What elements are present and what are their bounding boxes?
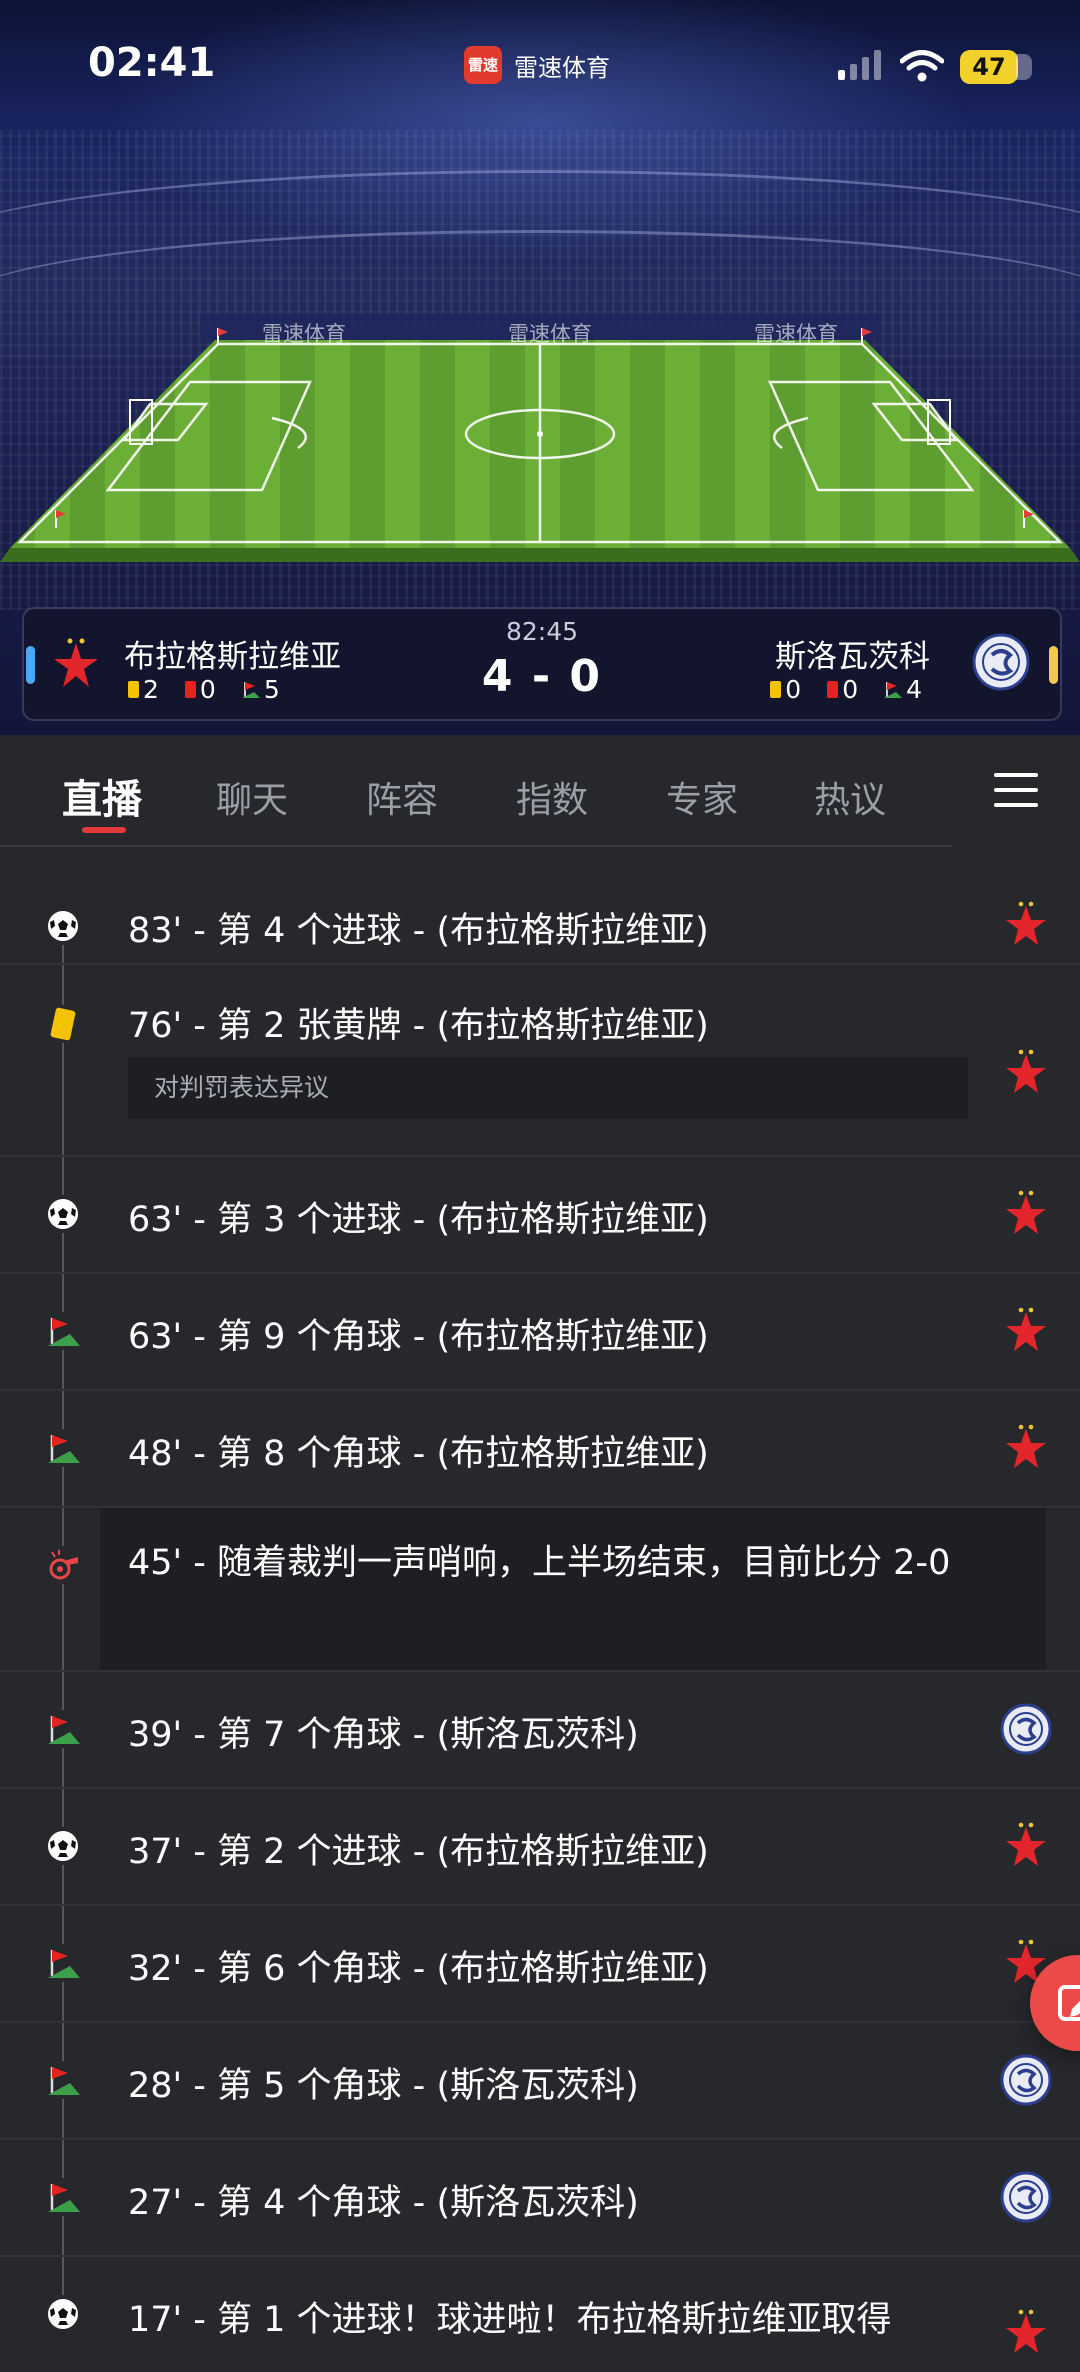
event-text: 37' - 第 2 个进球 - (布拉格斯拉维亚) (128, 1832, 709, 1872)
app-logo-icon: 雷速 (464, 46, 502, 84)
timeline-event[interactable]: 76' - 第 2 张黄牌 - (布拉格斯拉维亚) 对判罚表达异议 (0, 965, 1080, 1157)
corner-flag-icon (44, 1710, 82, 1748)
soccer-ball-icon (44, 1827, 82, 1865)
home-team-logo-icon (1006, 1049, 1046, 1093)
edit-icon (1058, 1985, 1080, 2021)
tab-discussion[interactable]: 热议 (814, 771, 886, 823)
tab-divider (0, 845, 952, 847)
ad-board-text: 雷速体育 (754, 322, 838, 346)
signal-icon (838, 50, 881, 80)
clock: 02:41 (88, 40, 216, 86)
away-stats: 0 0 4 (770, 675, 922, 704)
away-team-logo-icon (1000, 2171, 1052, 2223)
away-red-count: 0 (842, 675, 859, 704)
home-team-logo-icon (1006, 1822, 1046, 1866)
corner-flag-icon (44, 1944, 82, 1982)
tab-live[interactable]: 直播 (62, 767, 142, 825)
home-team-logo-icon (1006, 2309, 1046, 2353)
highlight-background (100, 1508, 1046, 1670)
away-team-name[interactable]: 斯洛瓦茨科 (775, 631, 930, 676)
app-name: 雷速体育 (514, 54, 610, 82)
corner-flag-icon (44, 1429, 82, 1467)
yellow-card-icon (770, 681, 782, 698)
corner-flag-icon (44, 2061, 82, 2099)
event-text: 45' - 随着裁判一声哨响，上半场结束，目前比分 2-0 (128, 1543, 951, 1583)
tab-lineup[interactable]: 阵容 (366, 771, 438, 823)
home-team-logo-icon (1006, 1190, 1046, 1234)
menu-icon[interactable] (994, 773, 1038, 818)
wifi-icon (900, 50, 944, 82)
timeline-event[interactable]: 63' - 第 9 个角球 - (布拉格斯拉维亚) (0, 1274, 1080, 1391)
event-note: 对判罚表达异议 (128, 1057, 968, 1119)
home-team-logo-icon (1006, 1307, 1046, 1351)
timeline-event[interactable]: 17' - 第 1 个进球！球进啦！布拉格斯拉维亚取得 (0, 2257, 1080, 2372)
away-corner-count: 4 (906, 675, 922, 704)
away-team-logo-icon (1000, 1703, 1052, 1755)
scoreboard: 布拉格斯拉维亚 2 0 5 82:45 4 - 0 斯洛瓦茨科 0 0 4 (22, 607, 1062, 721)
timeline-event[interactable]: 27' - 第 4 个角球 - (斯洛瓦茨科) (0, 2140, 1080, 2257)
event-text: 32' - 第 6 个角球 - (布拉格斯拉维亚) (128, 1949, 709, 1989)
corner-flag-icon (884, 681, 903, 698)
yellow-card-icon (44, 1005, 82, 1043)
event-text: 76' - 第 2 张黄牌 - (布拉格斯拉维亚) (128, 1006, 709, 1046)
status-bar: 02:41 雷速 雷速体育 47 (0, 0, 1080, 130)
timeline-event[interactable]: 28' - 第 5 个角球 - (斯洛瓦茨科) (0, 2023, 1080, 2140)
soccer-ball-icon (44, 2295, 82, 2333)
timeline-event[interactable]: 32' - 第 6 个角球 - (布拉格斯拉维亚) (0, 1906, 1080, 2023)
event-text: 63' - 第 9 个角球 - (布拉格斯拉维亚) (128, 1317, 709, 1357)
timeline-event[interactable]: 45' - 随着裁判一声哨响，上半场结束，目前比分 2-0 (0, 1508, 1080, 1672)
timeline-event[interactable]: 37' - 第 2 个进球 - (布拉格斯拉维亚) (0, 1789, 1080, 1906)
event-text: 39' - 第 7 个角球 - (斯洛瓦茨科) (128, 1715, 639, 1755)
away-team-logo-icon[interactable] (972, 633, 1030, 691)
event-text: 17' - 第 1 个进球！球进啦！布拉格斯拉维亚取得 (128, 2300, 892, 2340)
soccer-ball-icon (44, 1195, 82, 1233)
tab-chat[interactable]: 聊天 (216, 771, 288, 823)
soccer-ball-icon (44, 907, 82, 945)
home-team-logo-icon (1006, 901, 1046, 945)
timeline-event[interactable]: 48' - 第 8 个角球 - (布拉格斯拉维亚) (0, 1391, 1080, 1508)
tab-bar: 直播 聊天 阵容 指数 专家 热议 (0, 735, 1080, 847)
live-timeline: 83' - 第 4 个进球 - (布拉格斯拉维亚) 76' - 第 2 张黄牌 … (0, 849, 1080, 2372)
home-team-logo-icon (1006, 1424, 1046, 1468)
ad-board-text: 雷速体育 (262, 322, 346, 346)
ad-board-text: 雷速体育 (508, 322, 592, 346)
event-text: 48' - 第 8 个角球 - (布拉格斯拉维亚) (128, 1434, 709, 1474)
event-text: 28' - 第 5 个角球 - (斯洛瓦茨科) (128, 2066, 639, 2106)
battery-indicator: 47 (960, 50, 1032, 84)
timeline-event[interactable]: 63' - 第 3 个进球 - (布拉格斯拉维亚) (0, 1157, 1080, 1274)
corner-flag-icon (44, 2178, 82, 2216)
timeline-event[interactable]: 39' - 第 7 个角球 - (斯洛瓦茨科) (0, 1672, 1080, 1789)
event-text: 27' - 第 4 个角球 - (斯洛瓦茨科) (128, 2183, 639, 2223)
away-team-logo-icon (1000, 2054, 1052, 2106)
away-yellow-count: 0 (785, 675, 802, 704)
event-text: 63' - 第 3 个进球 - (布拉格斯拉维亚) (128, 1200, 709, 1240)
tab-active-underline (82, 827, 126, 833)
event-text: 83' - 第 4 个进球 - (布拉格斯拉维亚) (128, 911, 709, 951)
corner-flag-icon (44, 1312, 82, 1350)
timeline-event[interactable]: 83' - 第 4 个进球 - (布拉格斯拉维亚) (0, 849, 1080, 965)
tab-odds[interactable]: 指数 (516, 771, 588, 823)
tab-experts[interactable]: 专家 (666, 771, 738, 823)
red-card-icon (827, 681, 839, 698)
whistle-icon (44, 1546, 82, 1584)
